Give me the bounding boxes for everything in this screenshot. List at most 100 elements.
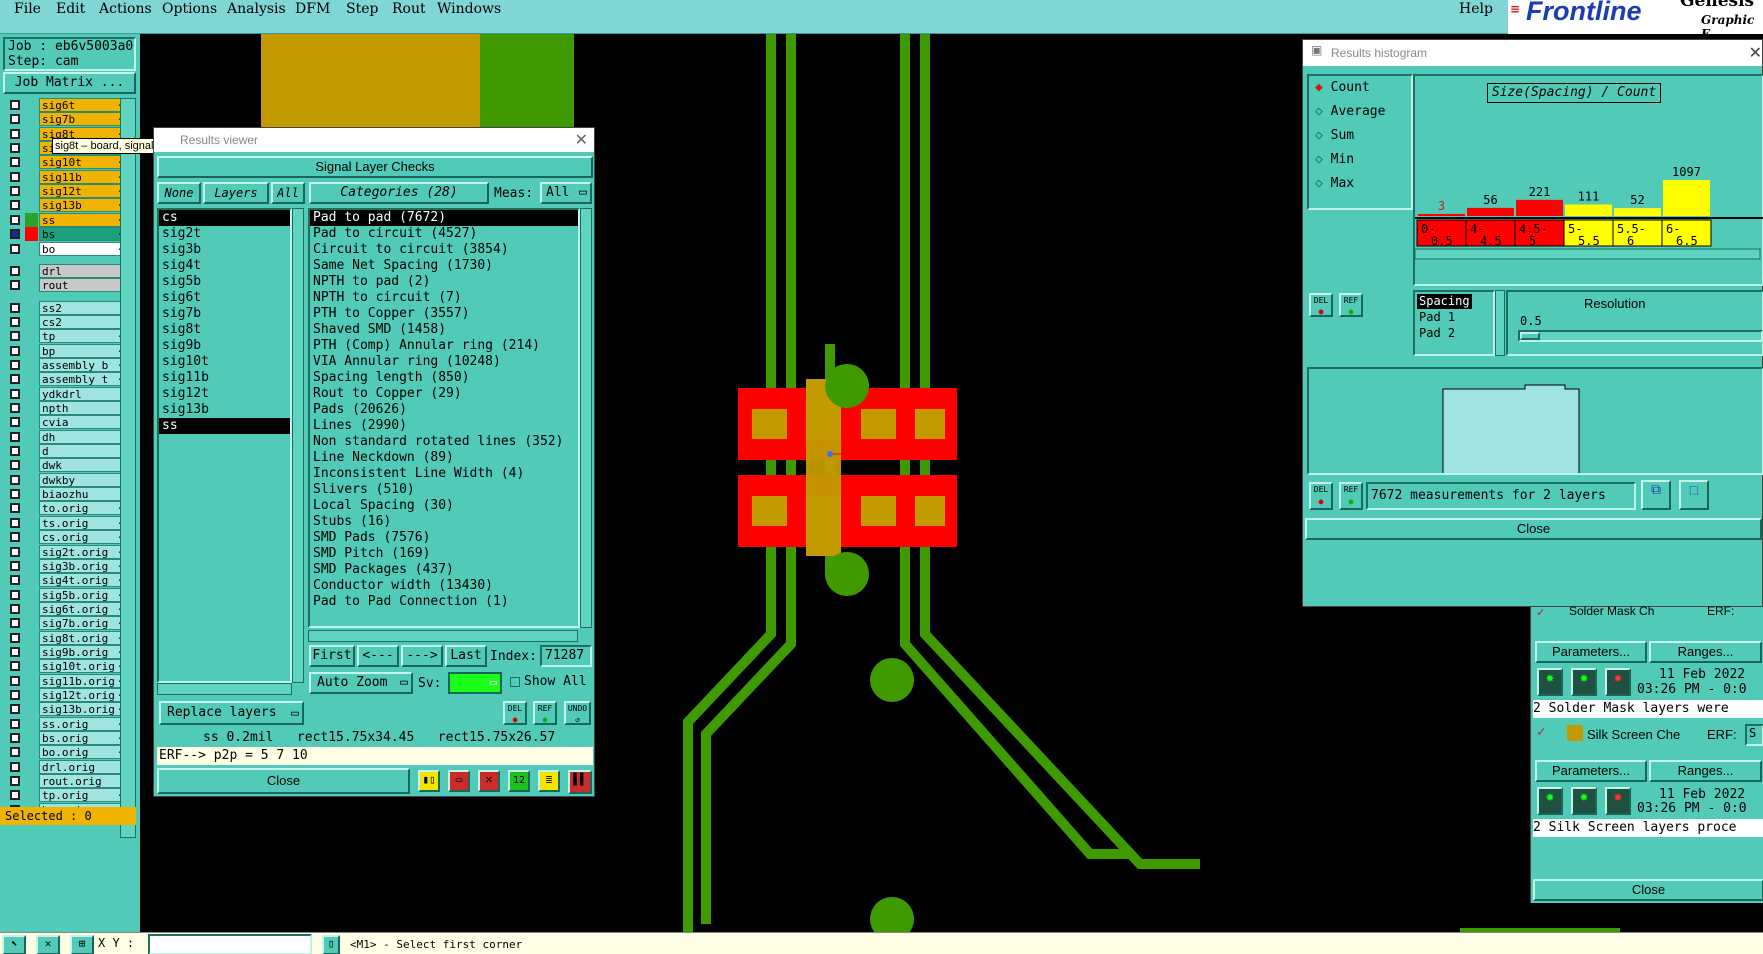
layer-row[interactable]: sig4t.orig⬋ [4, 573, 134, 588]
layer-name[interactable]: tp⬋ [39, 329, 127, 344]
layer-swatch[interactable] [25, 263, 38, 278]
histogram-bar[interactable] [1663, 180, 1710, 216]
spacing-list-item[interactable]: Pad 1 [1417, 310, 1457, 325]
layer-swatch[interactable] [25, 644, 38, 659]
job-matrix-button[interactable]: Job Matrix ... [3, 72, 136, 94]
run-icon[interactable]: ✸ [1537, 668, 1563, 696]
category-list-item[interactable]: Conductor width (13430) [310, 578, 578, 594]
categories-hscrollbar[interactable] [308, 630, 578, 642]
spacing-list-item[interactable]: Spacing [1417, 294, 1472, 309]
layer-row[interactable]: sig11b⬋ [4, 169, 134, 184]
layer-name[interactable]: rout.orig [39, 774, 127, 789]
category-list-item[interactable]: Rout to Copper (29) [310, 386, 578, 402]
zoom-to-icon[interactable]: ⧉ [1641, 480, 1671, 510]
menu-options[interactable]: Options [162, 1, 217, 17]
layer-swatch[interactable] [25, 357, 38, 372]
layer-row[interactable]: cs.orig⬋ [4, 530, 134, 545]
layer-name[interactable]: sig12t⬋ [39, 184, 127, 199]
layer-name[interactable]: sig13b.orig⬋ [39, 702, 127, 717]
layer-swatch[interactable] [25, 487, 38, 502]
layer-name[interactable]: to.orig⬋ [39, 501, 127, 516]
layer-name[interactable]: ss.orig⬋ [39, 716, 127, 731]
histogram-icon[interactable]: ▌▌ [568, 770, 592, 794]
show-all-checkbox[interactable] [510, 677, 520, 687]
category-list-item[interactable]: Pad to Pad Connection (1) [310, 594, 578, 610]
menu-edit[interactable]: Edit [56, 1, 85, 17]
layer-checkbox[interactable] [10, 790, 20, 801]
layer-row[interactable]: sig13b.orig⬋ [4, 702, 134, 717]
histogram-option[interactable]: ◇ Max [1315, 176, 1354, 191]
ss-parameters-button[interactable]: Parameters... [1535, 760, 1647, 782]
layer-row[interactable]: sig12t.orig⬋ [4, 688, 134, 702]
category-list-item[interactable]: Pad to circuit (4527) [310, 226, 578, 242]
sm-parameters-button[interactable]: Parameters... [1535, 641, 1647, 663]
layer-name[interactable]: bo⬋ [39, 241, 127, 256]
histogram-option[interactable]: ◇ Sum [1315, 128, 1354, 143]
layer-swatch[interactable] [25, 372, 38, 387]
layer-checkbox[interactable] [10, 345, 20, 356]
categories-scrollbar[interactable] [580, 208, 592, 628]
category-list-item[interactable]: Spacing length (850) [310, 370, 578, 386]
layers-button[interactable]: Layers [203, 182, 269, 204]
notes-icon[interactable]: ≣ [538, 770, 560, 792]
layer-checkbox[interactable] [10, 243, 20, 254]
layer-checkbox[interactable] [10, 388, 20, 399]
layer-checkbox[interactable] [10, 359, 20, 370]
histogram-bar[interactable] [1418, 214, 1465, 216]
layer-name[interactable]: sig4t.orig⬋ [39, 573, 127, 588]
layer-row[interactable]: tp.orig⬋ [4, 788, 134, 803]
layer-row[interactable]: drl.orig [4, 759, 134, 774]
layer-checkbox[interactable] [10, 186, 20, 197]
layer-swatch[interactable] [25, 745, 38, 760]
category-list-item[interactable]: Shaved SMD (1458) [310, 322, 578, 338]
layer-name[interactable]: sig12t.orig⬋ [39, 688, 127, 702]
category-list-item[interactable]: SMD Pitch (169) [310, 546, 578, 562]
layers-list[interactable]: cs sig2t sig3b sig4t sig5b sig6t sig7b sig8t sig… [157, 208, 292, 683]
layer-swatch[interactable] [25, 155, 38, 170]
category-list-item[interactable]: Pad to pad (7672) [310, 210, 578, 226]
layer-checkbox[interactable] [10, 374, 20, 385]
category-list-item[interactable]: NPTH to pad (2) [310, 274, 578, 290]
step-12-icon[interactable]: 12 [508, 770, 530, 792]
histogram-bar[interactable] [1516, 199, 1563, 216]
layer-checkbox[interactable] [10, 143, 20, 154]
layer-checkbox[interactable] [10, 575, 20, 586]
layer-swatch[interactable] [25, 501, 38, 516]
histogram-scrollbar[interactable] [1415, 248, 1761, 260]
layer-name[interactable]: d [39, 444, 127, 459]
layer-swatch[interactable] [25, 386, 38, 401]
layer-checkbox[interactable] [10, 589, 20, 600]
layer-swatch[interactable] [25, 98, 38, 112]
layer-list-item[interactable]: ss [159, 418, 290, 434]
layer-row[interactable]: d [4, 444, 134, 459]
layer-checkbox[interactable] [10, 704, 20, 715]
layer-row[interactable]: cs2 [4, 314, 134, 329]
layer-swatch[interactable] [25, 300, 38, 315]
layer-row[interactable]: rout.orig [4, 774, 134, 789]
first-button[interactable]: First [309, 645, 355, 667]
layer-row[interactable]: ss.orig⬋ [4, 716, 134, 731]
layer-row[interactable]: sig6t⬋ [4, 98, 134, 112]
layer-name[interactable]: sig10t.orig⬋ [39, 659, 127, 674]
undo-button[interactable]: UNDO ↺ [564, 701, 591, 725]
layer-name[interactable]: ydkdrl [39, 386, 127, 401]
hist-ref2-button[interactable]: REF ● [1339, 482, 1363, 510]
layer-name[interactable]: npth [39, 401, 127, 415]
sv-color-select[interactable]: ▭ [448, 672, 502, 694]
layers-scrollbar[interactable] [292, 208, 304, 683]
layer-swatch[interactable] [25, 198, 38, 213]
category-list-item[interactable]: SMD Packages (437) [310, 562, 578, 578]
fit-view-icon[interactable]: ⬚ [1679, 480, 1709, 510]
hist-del-button[interactable]: DEL ● [1309, 293, 1333, 317]
layer-checkbox[interactable] [10, 114, 20, 125]
layer-checkbox[interactable] [10, 200, 20, 211]
sm-ranges-button[interactable]: Ranges... [1649, 641, 1762, 663]
layer-checkbox[interactable] [10, 776, 20, 787]
layer-list-item[interactable]: sig9b [159, 338, 290, 354]
run-all-icon[interactable]: ✸ [1571, 787, 1597, 815]
layer-swatch[interactable] [25, 141, 38, 156]
layer-checkbox[interactable] [10, 214, 20, 225]
layer-row[interactable]: cvia [4, 415, 134, 430]
clear-icon[interactable]: ✕ [478, 770, 500, 792]
layer-checkbox[interactable] [10, 100, 20, 110]
